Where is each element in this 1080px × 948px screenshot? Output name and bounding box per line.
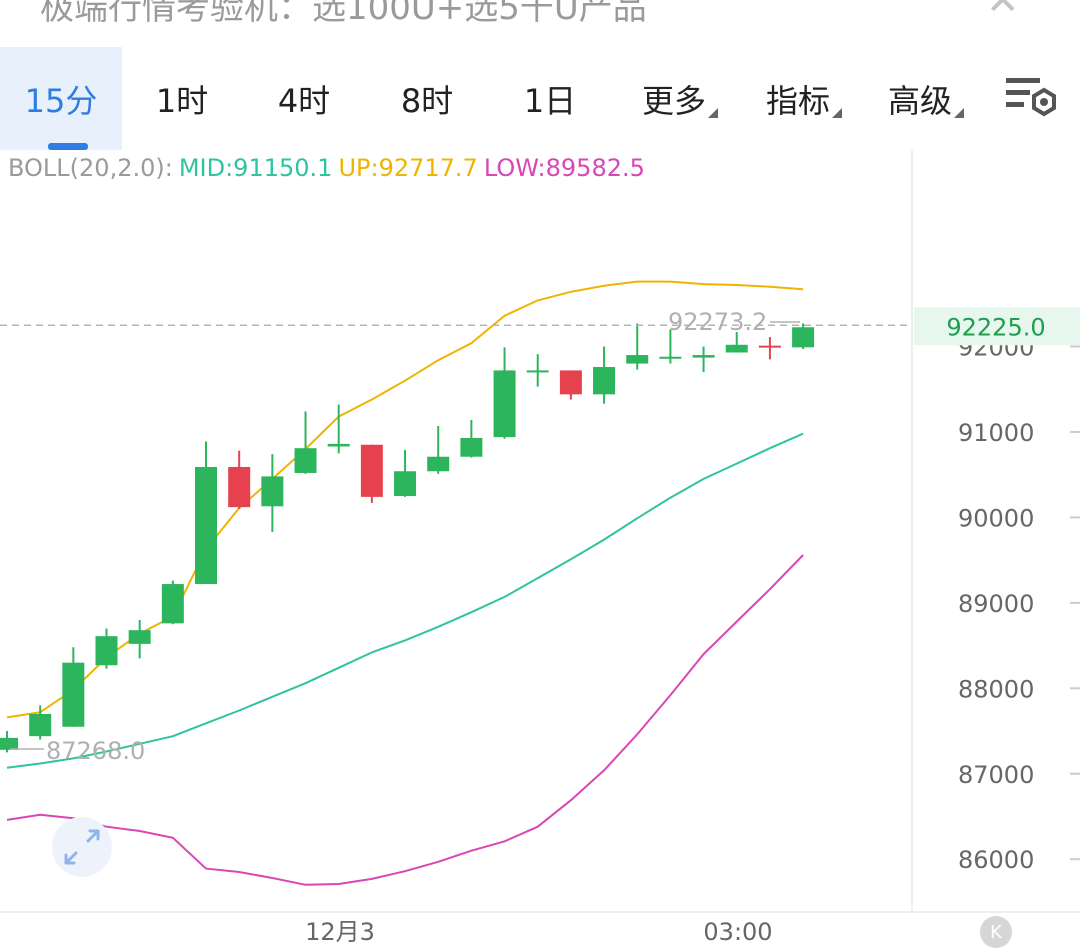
dropdown-triangle-icon bbox=[708, 108, 718, 118]
tab-1d[interactable]: 1日 bbox=[488, 47, 612, 150]
tab-15m[interactable]: 15分 bbox=[0, 47, 122, 150]
bullish-candle bbox=[593, 346, 616, 404]
candle-body bbox=[261, 476, 284, 507]
tab-8h[interactable]: 8时 bbox=[366, 47, 488, 150]
candle-body bbox=[460, 437, 483, 457]
expand-icon bbox=[64, 829, 100, 865]
candle-body bbox=[559, 370, 582, 395]
y-tick-label: 89000 bbox=[958, 590, 1034, 618]
candle-body bbox=[95, 636, 118, 666]
y-tick-label: 86000 bbox=[958, 846, 1034, 874]
bullish-candle bbox=[128, 619, 151, 659]
tab-indicators-label: 指标 bbox=[765, 81, 830, 120]
tab-1h[interactable]: 1时 bbox=[122, 47, 242, 150]
timeframe-tabs: 15分 1时 4时 8时 1日 更多 指标 高级 bbox=[0, 47, 1080, 150]
bullish-candle bbox=[195, 441, 218, 585]
candle-body bbox=[228, 466, 251, 508]
candle-body bbox=[725, 344, 748, 353]
candlestick-chart[interactable]: 9200091000900008900088000870008600012月3 0… bbox=[0, 150, 1080, 942]
bullish-candle bbox=[692, 346, 715, 373]
x-tick-label: 03:00 bbox=[703, 918, 772, 942]
tab-more[interactable]: 更多 bbox=[636, 47, 718, 150]
tab-indicators[interactable]: 指标 bbox=[760, 47, 842, 150]
candle-body bbox=[593, 367, 616, 395]
candle-body bbox=[758, 345, 781, 348]
candle-body bbox=[427, 456, 450, 472]
candle-body bbox=[792, 327, 815, 348]
bullish-candle bbox=[62, 647, 85, 727]
bullish-candle bbox=[427, 425, 450, 474]
candle-body bbox=[394, 471, 417, 497]
candle-body bbox=[128, 630, 151, 644]
bullish-candle bbox=[460, 419, 483, 458]
expand-chart-button[interactable] bbox=[52, 817, 112, 877]
bearish-candle bbox=[758, 337, 781, 360]
candle-body bbox=[327, 443, 350, 447]
close-icon[interactable]: ✕ bbox=[986, 0, 1020, 24]
bearish-candle bbox=[559, 370, 582, 400]
candle-body bbox=[195, 466, 218, 585]
bullish-candle bbox=[29, 705, 52, 740]
tab-15m-label: 15分 bbox=[24, 81, 98, 120]
bearish-candle bbox=[360, 444, 383, 503]
bullish-candle bbox=[792, 323, 815, 350]
x-tick-label: 12月3 bbox=[305, 918, 375, 942]
candle-body bbox=[659, 356, 682, 359]
dropdown-triangle-icon bbox=[832, 108, 842, 118]
k-line-button[interactable]: K bbox=[980, 916, 1012, 948]
tab-4h-label: 4时 bbox=[277, 81, 331, 120]
dropdown-triangle-icon bbox=[954, 108, 964, 118]
k-icon: K bbox=[990, 921, 1002, 943]
chart-settings-icon[interactable] bbox=[1000, 70, 1060, 130]
tab-advanced[interactable]: 高级 bbox=[882, 47, 964, 150]
candle-body bbox=[29, 713, 52, 737]
candle-body bbox=[526, 370, 549, 373]
candle-body bbox=[626, 355, 649, 364]
tab-8h-label: 8时 bbox=[400, 81, 454, 120]
y-tick-label: 91000 bbox=[958, 419, 1034, 447]
promo-banner: 极端行情考验机：选100U+选5千U产品 ✕ bbox=[0, 0, 1080, 44]
candle-body bbox=[62, 662, 85, 727]
tab-4h[interactable]: 4时 bbox=[242, 47, 366, 150]
y-tick-label: 90000 bbox=[958, 504, 1034, 532]
low-marker-label: 87268.0 bbox=[46, 737, 145, 765]
high-marker-label: 92273.2 bbox=[668, 308, 767, 336]
candle-body bbox=[493, 370, 516, 438]
bullish-candle bbox=[394, 449, 417, 497]
bullish-candle bbox=[626, 323, 649, 370]
tab-advanced-label: 高级 bbox=[887, 81, 952, 120]
candle-body bbox=[0, 737, 18, 750]
active-tab-indicator bbox=[48, 143, 88, 150]
tab-1d-label: 1日 bbox=[523, 81, 577, 120]
candle-body bbox=[294, 448, 317, 473]
bullish-candle bbox=[161, 580, 184, 625]
last-price-label: 92225.0 bbox=[946, 313, 1045, 341]
y-tick-label: 87000 bbox=[958, 761, 1034, 789]
candle-body bbox=[360, 444, 383, 497]
bullish-candle bbox=[261, 454, 284, 532]
boll-low-line bbox=[6, 554, 804, 886]
bullish-candle bbox=[95, 628, 118, 669]
bullish-candle bbox=[526, 354, 549, 387]
candle-body bbox=[692, 355, 715, 358]
y-tick-label: 88000 bbox=[958, 675, 1034, 703]
boll-up-line bbox=[6, 280, 804, 719]
promo-banner-text: 极端行情考验机：选100U+选5千U产品 bbox=[40, 0, 647, 28]
bullish-candle bbox=[493, 347, 516, 439]
candle-body bbox=[161, 584, 184, 624]
bearish-candle bbox=[228, 450, 251, 509]
tab-more-label: 更多 bbox=[641, 81, 706, 120]
tab-1h-label: 1时 bbox=[155, 81, 209, 120]
